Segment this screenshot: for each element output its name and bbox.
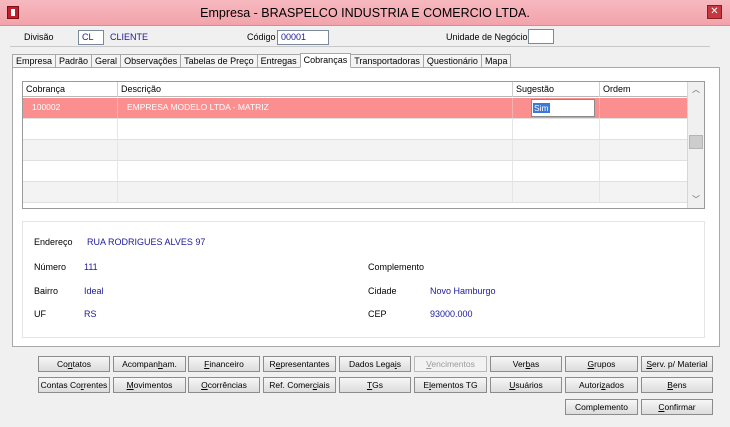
dados-legais-button[interactable]: Dados Legais [339,356,411,372]
tab-strip: Empresa Padrão Geral Observações Tabelas… [12,53,512,68]
confirmar-button[interactable]: Confirmar [641,399,713,415]
grid-vertical-scrollbar[interactable]: ︿ ﹀ [687,82,704,208]
cep-label: CEP [368,309,387,319]
grid-header: Cobrança Descrição Sugestão Ordem [23,82,687,97]
header-separator [10,46,710,47]
tab-questionario[interactable]: Questionário [422,54,481,68]
serv-p-material-button[interactable]: Serv. p/ Material [641,356,713,372]
table-row[interactable] [23,161,687,182]
tab-observacoes[interactable]: Observações [120,54,181,68]
unidade-negocio-field[interactable] [528,29,554,44]
usuarios-button[interactable]: Usuários [490,377,562,393]
scroll-up-icon[interactable]: ︿ [688,82,704,98]
uf-value: RS [84,309,97,319]
tab-mapa[interactable]: Mapa [480,54,512,68]
unidade-negocio-label: Unidade de Negócio [446,32,528,42]
window-title: Empresa - BRASPELCO INDUSTRIA E COMERCIO… [200,6,530,20]
table-row[interactable] [23,119,687,140]
movimentos-button[interactable]: Movimentos [113,377,186,393]
numero-value: 111 [84,262,98,272]
tab-entregas[interactable]: Entregas [256,54,300,68]
bairro-value: Ideal [84,286,104,296]
tab-transportadoras[interactable]: Transportadoras [351,54,423,68]
numero-label: Número [34,262,67,272]
endereco-label: Endereço [34,237,73,247]
table-row[interactable]: 100002 EMPRESA MODELO LTDA - MATRIZ Sim [23,98,687,119]
tgs-button[interactable]: TGs [339,377,411,393]
column-header-cobranca[interactable]: Cobrança [23,82,118,97]
cidade-value: Novo Hamburgo [430,286,496,296]
complemento-label: Complemento [368,262,425,272]
sugestao-selected-text: Sim [533,103,550,113]
cep-value: 93000.000 [430,309,473,319]
tab-cobrancas[interactable]: Cobranças [299,53,352,68]
representantes-button[interactable]: Representantes [263,356,336,372]
scroll-down-icon[interactable]: ﹀ [688,192,704,208]
tab-empresa[interactable]: Empresa [12,54,56,68]
cell-descricao: EMPRESA MODELO LTDA - MATRIZ [118,98,513,118]
column-header-sugestao[interactable]: Sugestão [513,82,600,97]
verbas-button[interactable]: Verbas [490,356,562,372]
divisao-code-field[interactable]: CL [78,30,104,45]
autorizados-button[interactable]: Autorizados [565,377,638,393]
sugestao-edit-field[interactable]: Sim [531,99,595,117]
title-bar: Empresa - BRASPELCO INDUSTRIA E COMERCIO… [0,0,730,26]
elementos-tg-button[interactable]: Elementos TG [414,377,487,393]
ref-comerciais-button[interactable]: Ref. Comerciais [263,377,336,393]
codigo-field[interactable]: 00001 [277,30,329,45]
contas-correntes-button[interactable]: Contas Correntes [38,377,110,393]
tab-padrao[interactable]: Padrão [55,54,92,68]
bens-button[interactable]: Bens [641,377,713,393]
divisao-name: CLIENTE [110,32,149,42]
tab-tabelas-de-preco[interactable]: Tabelas de Preço [180,54,257,68]
grupos-button[interactable]: Grupos [565,356,638,372]
column-header-descricao[interactable]: Descrição [118,82,513,97]
close-button[interactable]: ✕ [707,5,722,19]
tab-geral[interactable]: Geral [91,54,121,68]
scroll-thumb[interactable] [689,135,703,149]
cell-cobranca: 100002 [23,98,118,118]
acompanham-button[interactable]: Acompanham. [113,356,186,372]
contatos-button[interactable]: Contatos [38,356,110,372]
bairro-label: Bairro [34,286,59,296]
cobrancas-grid: Cobrança Descrição Sugestão Ordem 100002… [22,81,705,209]
cidade-label: Cidade [368,286,397,296]
table-row[interactable] [23,140,687,161]
financeiro-button[interactable]: Financeiro [188,356,260,372]
ocorrencias-button[interactable]: Ocorrências [188,377,260,393]
cell-ordem [600,98,687,118]
codigo-label: Código [247,32,276,42]
complemento-button[interactable]: Complemento [565,399,638,415]
uf-label: UF [34,309,46,319]
divisao-label: Divisão [24,32,54,42]
vencimentos-button: Vencimentos [414,356,487,372]
endereco-value: RUA RODRIGUES ALVES 97 [87,237,206,247]
column-header-ordem[interactable]: Ordem [600,82,687,97]
table-row[interactable] [23,182,687,203]
